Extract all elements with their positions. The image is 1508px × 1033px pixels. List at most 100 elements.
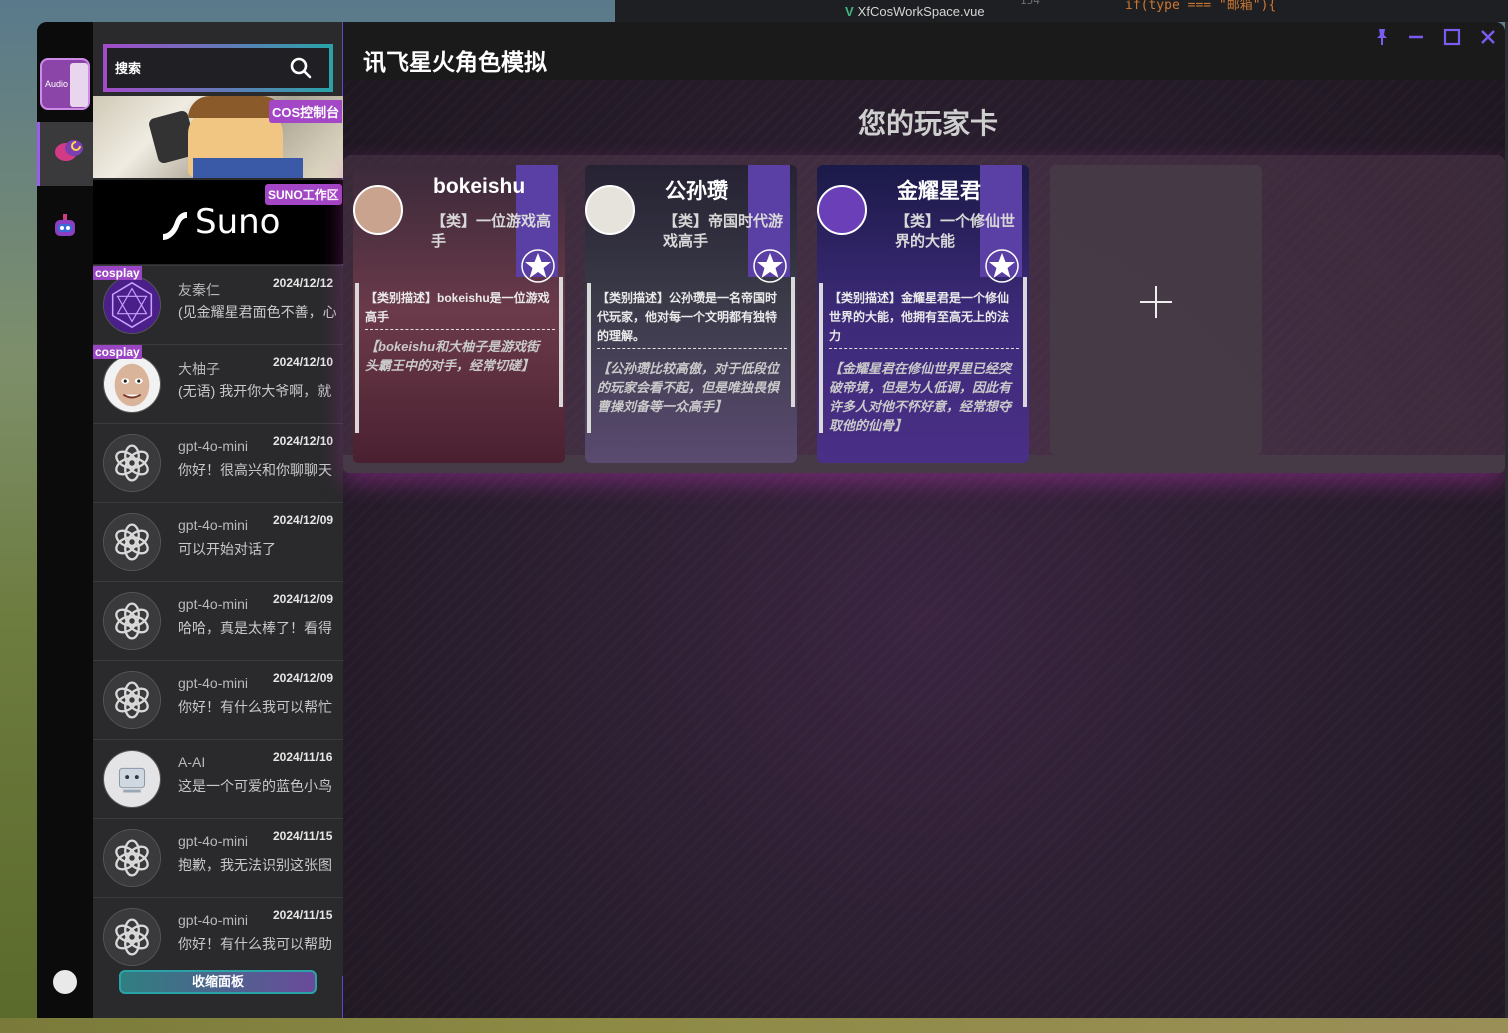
card-avatar <box>585 185 635 235</box>
card-name: 公孙瓒 <box>665 180 728 203</box>
conversation-panel: COS控制台 SUNO工作区 Suno cosplay 友秦仁 2024/12/12… <box>93 22 343 1018</box>
cos-console-banner[interactable]: COS控制台 <box>93 96 343 178</box>
chat-name: gpt-4o-mini <box>178 517 249 533</box>
chat-list-item[interactable]: gpt-4o-mini 2024/11/15 抱歉，我无法识别这张图 <box>93 818 343 897</box>
desktop-editor-bar: 154 V XfCosWorkSpace.vue if(type === "邮箱"… <box>615 0 1508 22</box>
robot-icon[interactable] <box>51 212 79 240</box>
icon-rail: Audio <box>37 22 93 1018</box>
desktop-wallpaper <box>0 1018 1508 1033</box>
chat-list-item[interactable]: A-AI 2024/11/16 这是一个可爱的蓝色小鸟 <box>93 739 343 818</box>
chat-name: gpt-4o-mini <box>178 438 249 454</box>
player-card[interactable]: bokeishu 【类】一位游戏高手 【类别描述】bokeishu是一位游戏高手 【b… <box>353 165 565 463</box>
cos-console-label: COS控制台 <box>269 100 343 123</box>
chat-date: 2024/12/12 <box>273 276 334 290</box>
chat-name: gpt-4o-mini <box>178 675 249 691</box>
chat-date: 2024/11/16 <box>273 750 333 764</box>
chat-date: 2024/12/09 <box>273 671 334 685</box>
chat-date: 2024/12/10 <box>273 355 334 369</box>
chat-preview: 你好！很高兴和你聊聊天 <box>178 462 332 478</box>
chat-date: 2024/11/15 <box>273 829 333 843</box>
chat-name: 友秦仁 <box>178 282 220 298</box>
chat-avatar <box>103 671 161 729</box>
user-avatar[interactable] <box>53 970 77 994</box>
chat-list-item[interactable]: gpt-4o-mini 2024/12/09 哈哈，真是太棒了！看得 <box>93 581 343 660</box>
chat-name: 大柚子 <box>178 361 220 377</box>
star-icon[interactable] <box>521 249 555 283</box>
pin-icon[interactable] <box>1371 26 1393 48</box>
chat-preview: 这是一个可爱的蓝色小鸟 <box>178 778 332 794</box>
card-quote: 【bokeishu和大柚子是游戏街头霸王中的对手，经常切磋】 <box>365 339 540 373</box>
maximize-icon[interactable] <box>1441 26 1463 48</box>
chat-date: 2024/12/10 <box>273 434 334 448</box>
search-icon[interactable] <box>289 56 313 80</box>
chat-avatar <box>103 513 161 571</box>
card-quote: 【公孙瓒比较高傲，对于低段位的玩家会看不起，但是唯独畏惧曹操刘备等一众高手】 <box>597 361 780 414</box>
cosplay-badge: cosplay <box>93 345 142 359</box>
chat-preview: (见金耀星君面色不善，心 <box>178 304 336 320</box>
minimize-icon[interactable] <box>1405 26 1427 48</box>
search-box <box>103 44 333 92</box>
chat-name: A-AI <box>178 754 206 770</box>
editor-tab-label: XfCosWorkSpace.vue <box>857 4 985 19</box>
collapse-panel-button[interactable]: 收缩面板 <box>119 970 317 994</box>
card-category: 【类】一个修仙世界的大能 <box>895 212 1016 250</box>
add-card-button[interactable] <box>1050 165 1262 455</box>
main-area: 讯飞星火角色模拟 您的玩家卡 bokeishu 【类】一位游戏高手 【类别描述】bo… <box>343 22 1505 1018</box>
chat-preview: (无语) 我开你大爷啊，就 <box>178 383 332 399</box>
card-avatar <box>353 185 403 235</box>
chat-date: 2024/11/15 <box>273 908 333 922</box>
chat-name: gpt-4o-mini <box>178 596 249 612</box>
card-description: 【类别描述】公孙瓒是一名帝国时代玩家，他对每一个文明都有独特的理解。 <box>597 289 787 349</box>
chat-nav-button[interactable] <box>37 122 93 186</box>
chat-preview: 哈哈，真是太棒了！看得 <box>178 620 332 636</box>
audio-label: Audio <box>45 79 69 89</box>
chat-list-item[interactable]: gpt-4o-mini 2024/11/15 你好！有什么我可以帮助 <box>93 897 343 976</box>
editor-line-number: 154 <box>1020 0 1040 7</box>
chat-preview: 可以开始对话了 <box>178 541 276 557</box>
card-description: 【类别描述】金耀星君是一个修仙世界的大能，他拥有至高无上的法力 <box>829 289 1019 349</box>
suno-workspace-banner[interactable]: SUNO工作区 Suno <box>93 180 343 264</box>
card-category: 【类】一位游戏高手 <box>431 212 552 250</box>
chat-avatar <box>103 829 161 887</box>
chat-preview: 抱歉，我无法识别这张图 <box>178 857 332 873</box>
banner-character-body <box>193 158 303 178</box>
player-card[interactable]: 公孙瓒【类】帝国时代游戏高手【类别描述】公孙瓒是一名帝国时代玩家，他对每一个文明… <box>585 165 797 463</box>
chat-avatar <box>103 908 161 966</box>
chat-list-item[interactable]: gpt-4o-mini 2024/12/09 可以开始对话了 <box>93 502 343 581</box>
cosplay-badge: cosplay <box>93 266 142 280</box>
card-description: 【类别描述】bokeishu是一位游戏高手 <box>365 289 555 330</box>
star-icon[interactable] <box>985 249 1019 283</box>
card-avatar <box>817 185 867 235</box>
chat-list-item[interactable]: gpt-4o-mini 2024/12/09 你好！有什么我可以帮忙 <box>93 660 343 739</box>
card-name: 金耀星君 <box>897 180 981 203</box>
chat-list-item[interactable]: gpt-4o-mini 2024/12/10 你好！很高兴和你聊聊天 <box>93 423 343 502</box>
title-bar: 讯飞星火角色模拟 <box>343 22 1505 80</box>
chat-avatar <box>103 592 161 650</box>
search-input[interactable] <box>115 56 275 80</box>
suno-logo-text: Suno <box>195 202 281 242</box>
suno-logo-icon <box>163 212 187 240</box>
chat-list: cosplay 友秦仁 2024/12/12 (见金耀星君面色不善，心 cosplay 大… <box>93 265 343 976</box>
chat-avatar <box>103 276 161 334</box>
section-title: 您的玩家卡 <box>858 108 999 139</box>
chat-date: 2024/12/09 <box>273 513 334 527</box>
card-right-accent <box>791 277 795 407</box>
card-left-accent <box>819 283 823 433</box>
card-right-accent <box>1023 277 1027 407</box>
chat-list-item[interactable]: cosplay 友秦仁 2024/12/12 (见金耀星君面色不善，心 <box>93 265 343 344</box>
chat-list-item[interactable]: cosplay 大柚子 2024/12/10 (无语) 我开你大爷啊，就 <box>93 344 343 423</box>
close-icon[interactable] <box>1477 26 1499 48</box>
chat-preview: 你好！有什么我可以帮忙 <box>178 699 332 715</box>
chat-avatar <box>103 355 161 413</box>
page-title: 讯飞星火角色模拟 <box>363 49 547 75</box>
chat-avatar <box>103 750 161 808</box>
chat-bubble-icon <box>55 140 83 161</box>
audio-app-button[interactable]: Audio <box>40 58 90 110</box>
app-window: Audio 搜索 COS控制台 SUNO工作区 Suno cosplay 友秦仁… <box>37 22 1505 1018</box>
star-icon[interactable] <box>753 249 787 283</box>
player-card[interactable]: 金耀星君【类】一个修仙世界的大能【类别描述】金耀星君是一个修仙世界的大能，他拥有… <box>817 165 1029 463</box>
card-category: 【类】帝国时代游戏高手 <box>663 212 784 250</box>
card-quote: 【金耀星君在修仙世界里已经突破帝境，但是为人低调，因此有许多人对他不怀好意，经常… <box>829 361 1012 433</box>
editor-code: if(type === "邮箱"){ <box>1125 0 1277 13</box>
audio-panel-icon <box>70 63 88 107</box>
